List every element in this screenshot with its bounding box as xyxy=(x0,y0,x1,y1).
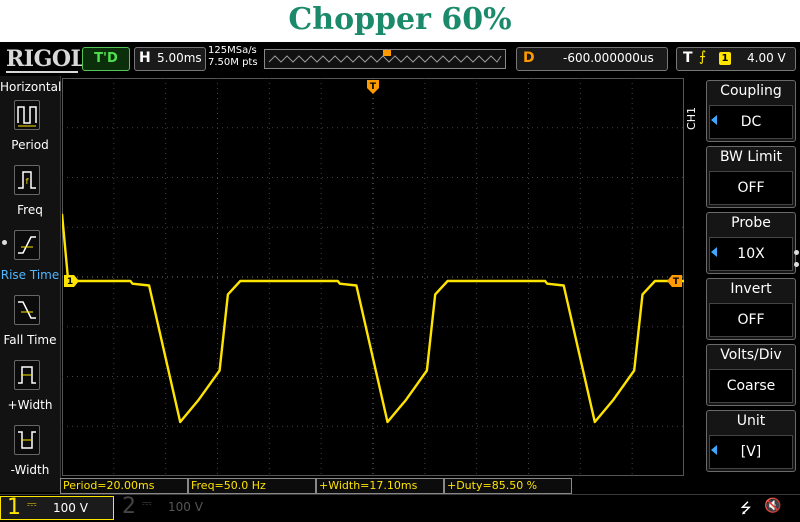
delay-value: -600.000000us xyxy=(563,51,654,65)
measure-item-label: -Width xyxy=(10,463,50,477)
measurement-period: Period=20.00ms xyxy=(60,478,188,494)
menu-unit[interactable]: Unit [V] xyxy=(706,410,796,472)
trigger-position-marker: T xyxy=(367,80,379,94)
ch1-ground-label: 1 xyxy=(67,277,73,287)
select-arrow-icon xyxy=(711,115,717,125)
page-title: Chopper 60% xyxy=(288,2,512,37)
waveform-svg: T 1 T xyxy=(60,78,684,476)
menu-unit-value: [V] xyxy=(709,435,793,469)
dc-coupling-icon: ⎓ xyxy=(142,496,152,510)
menu-unit-label: Unit xyxy=(736,413,766,429)
delay-box[interactable]: D -600.000000us xyxy=(516,47,668,71)
menu-probe-value: 10X xyxy=(709,237,793,271)
memory-depth: 7.50M pts xyxy=(208,57,258,68)
select-arrow-icon xyxy=(711,247,717,257)
trigger-position-label: T xyxy=(370,82,377,92)
period-icon xyxy=(14,100,40,130)
ch1-trace xyxy=(60,213,684,424)
menu-invert[interactable]: Invert OFF xyxy=(706,278,796,340)
memory-trigger-marker xyxy=(383,50,391,56)
measure-item-label: Rise Time xyxy=(0,268,60,282)
menu-bw-limit[interactable]: BW Limit OFF xyxy=(706,146,796,208)
svg-text:f: f xyxy=(26,177,29,186)
menu-probe[interactable]: Probe 10X xyxy=(706,212,796,274)
timebase-value: 5.00ms xyxy=(157,51,202,65)
menu-coupling[interactable]: Coupling DC xyxy=(706,80,796,142)
ch1-ground-marker: 1 xyxy=(64,274,79,287)
trigger-level-label: T xyxy=(673,277,680,287)
positive-width-icon xyxy=(14,360,40,390)
channel-1-scale: 100 V xyxy=(53,501,88,515)
d-key-label: D xyxy=(523,50,535,66)
trigger-source-badge: 1 xyxy=(719,52,731,65)
channel-2-badge[interactable]: 2 ⎓ 100 V xyxy=(116,494,228,519)
selection-dot xyxy=(2,240,7,245)
channel-1-number: 1 xyxy=(7,495,21,520)
measure-item-label: Fall Time xyxy=(3,333,57,347)
h-key-label: H xyxy=(139,50,151,66)
side-dot xyxy=(794,262,799,267)
usb-icon: ⭍ xyxy=(740,501,752,517)
menu-invert-value: OFF xyxy=(709,303,793,337)
sample-rate: 125MSa/s xyxy=(208,45,257,56)
menu-bw-limit-value: OFF xyxy=(709,171,793,205)
menu-volts-div[interactable]: Volts/Div Coarse xyxy=(706,344,796,406)
select-arrow-icon xyxy=(711,445,717,455)
menu-volts-div-label: Volts/Div xyxy=(720,347,782,363)
rising-edge-icon: ⨍ xyxy=(699,49,707,65)
channel-2-number: 2 xyxy=(122,494,136,519)
trigger-status-badge: T'D xyxy=(82,47,130,71)
measure-item-label: +Width xyxy=(7,398,53,412)
horizontal-timebase-box[interactable]: H 5.00ms xyxy=(134,47,206,71)
measurement-positive-width: +Width=17.10ms xyxy=(316,478,444,494)
trigger-level-value: 4.00 V xyxy=(747,51,786,65)
channel-2-scale: 100 V xyxy=(168,500,203,514)
measurement-freq: Freq=50.0 Hz xyxy=(188,478,316,494)
menu-probe-label: Probe xyxy=(731,215,771,231)
trigger-settings-box[interactable]: T ⨍ 1 4.00 V xyxy=(676,47,796,71)
channel-1-badge[interactable]: 1 ⎓ 100 V xyxy=(0,495,114,520)
menu-invert-label: Invert xyxy=(730,281,772,297)
menu-coupling-label: Coupling xyxy=(720,83,782,99)
channel-tab-ch1[interactable]: CH1 xyxy=(685,104,704,136)
graticule-grid xyxy=(62,78,684,476)
measurement-duty: +Duty=85.50 % xyxy=(444,478,572,494)
fall-time-icon xyxy=(14,295,40,325)
side-dot xyxy=(794,250,799,255)
sample-info: 125MSa/s 7.50M pts xyxy=(208,45,258,69)
trigger-level-marker: T xyxy=(667,274,682,287)
menu-coupling-value: DC xyxy=(709,105,793,139)
memory-waveform-icon xyxy=(268,50,502,63)
measure-item-label: Period xyxy=(11,138,49,152)
measure-menu-title: Horizontal xyxy=(0,80,62,94)
waveform-display[interactable]: T 1 T xyxy=(60,78,684,476)
menu-volts-div-value: Coarse xyxy=(709,369,793,403)
freq-icon: f xyxy=(14,165,40,195)
speaker-muted-icon: 🔇 xyxy=(764,498,782,514)
menu-bw-limit-label: BW Limit xyxy=(719,149,783,165)
rise-time-icon xyxy=(14,230,40,260)
dc-coupling-icon: ⎓ xyxy=(27,497,37,511)
brand-logo: RIGOL xyxy=(6,46,86,73)
measure-item-label: Freq xyxy=(17,203,43,217)
negative-width-icon xyxy=(14,425,40,455)
t-key-label: T xyxy=(683,50,693,66)
memory-overview-bar[interactable] xyxy=(264,49,506,69)
